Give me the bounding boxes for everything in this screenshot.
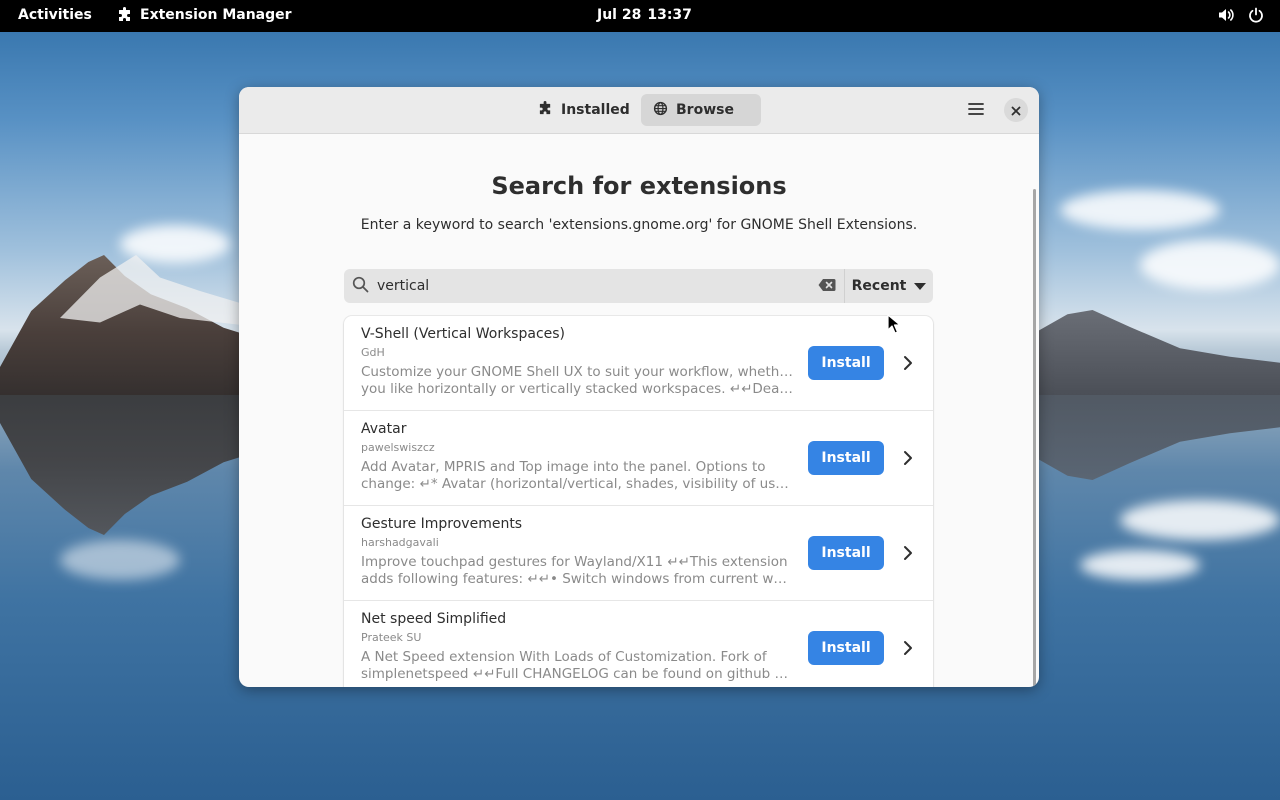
extension-name: Avatar	[361, 421, 407, 437]
extension-description: A Net Speed extension With Loads of Cust…	[361, 649, 793, 683]
description-line: change: ↵* Avatar (horizontal/vertical, …	[361, 476, 793, 492]
results-list: V-Shell (Vertical Workspaces) GdH Custom…	[344, 316, 933, 687]
extension-description: Improve touchpad gestures for Wayland/X1…	[361, 554, 793, 588]
hamburger-icon	[968, 101, 984, 120]
page-subtitle: Enter a keyword to search 'extensions.gn…	[360, 217, 918, 233]
activities-button[interactable]: Activities	[18, 7, 92, 23]
mountain-reflection	[0, 395, 260, 535]
chevron-right-icon[interactable]	[900, 449, 916, 467]
system-tray[interactable]	[1218, 7, 1264, 23]
tab-label: Installed	[561, 102, 630, 118]
description-line: Improve touchpad gestures for Wayland/X1…	[361, 554, 788, 570]
list-item[interactable]: Gesture Improvements harshadgavali Impro…	[344, 506, 933, 601]
extension-author: GdH	[361, 346, 385, 359]
description-line: simplenetspeed ↵↵Full CHANGELOG can be f…	[361, 666, 793, 682]
scrollbar[interactable]	[1033, 189, 1036, 687]
search-row: Recent	[344, 269, 933, 303]
volume-icon[interactable]	[1218, 7, 1236, 23]
extension-author: pawelswiszcz	[361, 441, 435, 454]
sort-value: Recent	[851, 278, 907, 294]
search-field[interactable]	[344, 269, 844, 303]
install-button[interactable]: Install	[808, 536, 884, 570]
cloud	[1140, 240, 1280, 290]
mouse-cursor-icon	[887, 314, 901, 338]
description-line: you like horizontally or vertically stac…	[361, 381, 793, 397]
description-line: Customize your GNOME Shell UX to suit yo…	[361, 364, 793, 380]
main-menu-button[interactable]	[963, 97, 989, 123]
page-title: Search for extensions	[491, 172, 787, 200]
extension-author: Prateek SU	[361, 631, 422, 644]
description-line: adds following features: ↵↵• Switch wind…	[361, 571, 793, 587]
extension-manager-window: Installed Browse Search for extensions E…	[239, 87, 1039, 687]
cloud	[1080, 550, 1200, 580]
clear-search-icon[interactable]	[818, 277, 836, 296]
chevron-right-icon[interactable]	[900, 354, 916, 372]
extension-name: Gesture Improvements	[361, 516, 523, 532]
extension-description: Add Avatar, MPRIS and Top image into the…	[361, 459, 793, 493]
install-button[interactable]: Install	[808, 346, 884, 380]
description-line: Add Avatar, MPRIS and Top image into the…	[361, 459, 766, 475]
dropdown-arrow-icon	[914, 278, 927, 294]
mountain	[1030, 310, 1280, 395]
sort-dropdown[interactable]: Recent	[844, 269, 933, 303]
search-input[interactable]	[377, 278, 818, 294]
header-bar: Installed Browse	[239, 87, 1039, 134]
extension-name: V-Shell (Vertical Workspaces)	[361, 326, 566, 342]
install-button[interactable]: Install	[808, 631, 884, 665]
chevron-right-icon[interactable]	[900, 639, 916, 657]
extension-description: Customize your GNOME Shell UX to suit yo…	[361, 364, 793, 398]
description-line: A Net Speed extension With Loads of Cust…	[361, 649, 767, 665]
cloud	[60, 540, 180, 580]
chevron-right-icon[interactable]	[900, 544, 916, 562]
cloud	[1120, 500, 1280, 540]
puzzle-icon	[538, 100, 553, 120]
top-bar: Activities Extension Manager Jul 28 13:3…	[0, 0, 1280, 32]
clock-button[interactable]: Jul 28 13:37	[597, 7, 692, 23]
list-item[interactable]: V-Shell (Vertical Workspaces) GdH Custom…	[344, 316, 933, 411]
list-item[interactable]: Avatar pawelswiszcz Add Avatar, MPRIS an…	[344, 411, 933, 506]
app-name: Extension Manager	[140, 7, 292, 23]
browse-page: Search for extensions Enter a keyword to…	[239, 134, 1039, 687]
clock-date: Jul 28	[597, 7, 642, 23]
search-icon	[352, 276, 369, 297]
app-menu-button[interactable]: Extension Manager	[117, 7, 292, 23]
clock-time: 13:37	[647, 7, 692, 23]
extension-name: Net speed Simplified	[361, 611, 507, 627]
install-button[interactable]: Install	[808, 441, 884, 475]
close-button[interactable]	[1003, 97, 1029, 123]
mountain-reflection	[1030, 395, 1280, 480]
tab-installed[interactable]: Installed	[526, 94, 642, 126]
globe-icon	[653, 101, 668, 120]
extension-author: harshadgavali	[361, 536, 439, 549]
close-icon	[1011, 101, 1021, 120]
list-item[interactable]: Net speed Simplified Prateek SU A Net Sp…	[344, 601, 933, 687]
puzzle-icon	[117, 7, 133, 23]
cloud	[1060, 190, 1220, 230]
power-icon[interactable]	[1248, 7, 1264, 23]
tab-browse[interactable]: Browse	[641, 94, 761, 126]
tab-label: Browse	[676, 102, 734, 118]
